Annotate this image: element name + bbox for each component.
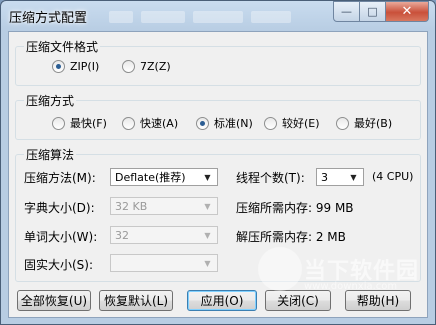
radio-button[interactable]: [122, 60, 135, 73]
titlebar-background-blur: [109, 11, 133, 23]
help-button[interactable]: 帮助(H): [345, 290, 411, 311]
titlebar-background-blur: [193, 11, 243, 23]
radio-button[interactable]: [264, 116, 277, 130]
close-icon: ✕: [401, 4, 413, 19]
radio-button[interactable]: [52, 60, 65, 73]
compress-memory: 压缩所需内存: 99 MB: [236, 201, 354, 215]
compression-method-label: 压缩方法(M):: [24, 171, 96, 185]
titlebar-background-blur: [141, 11, 185, 23]
titlebar-background-blur: [251, 11, 291, 23]
radio-normal-label: 标准(N): [214, 117, 253, 130]
radio-good-label: 较好(E): [282, 117, 320, 130]
format-group: 压缩文件格式 ZIP(I) 7Z(Z): [15, 38, 421, 86]
radio-best-label: 最好(B): [354, 117, 393, 130]
minimize-icon: —: [341, 5, 352, 18]
radio-7z[interactable]: 7Z(Z): [122, 60, 171, 73]
dictionary-size-label: 字典大小(D):: [24, 201, 95, 215]
radio-selected-dot: [200, 120, 205, 126]
algorithm-group: 压缩算法 压缩方法(M): Deflate(推荐) ▼ 线程个数(T): 3 ▼…: [15, 146, 421, 282]
caption-buttons: — □ ✕: [333, 1, 429, 22]
word-size-label: 单词大小(W):: [24, 230, 98, 244]
radio-fastest[interactable]: 最快(F): [52, 115, 107, 131]
algorithm-group-label: 压缩算法: [24, 146, 77, 163]
word-size-value: 32: [115, 228, 129, 242]
chevron-down-icon[interactable]: ▼: [346, 170, 361, 184]
radio-selected-dot: [56, 64, 61, 69]
chevron-down-icon: ▼: [204, 258, 211, 268]
compression-method-value: Deflate(推荐): [115, 171, 186, 184]
threads-label: 线程个数(T):: [236, 171, 305, 185]
radio-button[interactable]: [122, 116, 135, 130]
radio-button[interactable]: [196, 116, 209, 130]
method-group: 压缩方式 最快(F) 快速(A) 标准(N) 较好(E) 最好(B): [15, 92, 421, 140]
chevron-down-icon: ▼: [204, 230, 211, 240]
word-size-select: 32 ▼: [110, 226, 218, 244]
close-button[interactable]: 关闭(C): [265, 290, 331, 311]
close-window-button[interactable]: ✕: [386, 1, 429, 22]
maximize-icon: □: [367, 5, 378, 18]
maximize-button[interactable]: □: [360, 1, 386, 22]
method-group-label: 压缩方式: [24, 92, 77, 109]
radio-7z-label: 7Z(Z): [140, 60, 171, 73]
dictionary-size-value: 32 KB: [115, 199, 148, 213]
radio-zip[interactable]: ZIP(I): [52, 60, 99, 73]
format-group-label: 压缩文件格式: [24, 38, 101, 55]
threads-value: 3: [321, 170, 328, 184]
apply-button[interactable]: 应用(O): [187, 290, 257, 311]
minimize-button[interactable]: —: [333, 1, 360, 22]
compression-method-select[interactable]: Deflate(推荐) ▼: [110, 168, 218, 186]
radio-fast[interactable]: 快速(A): [122, 115, 178, 131]
cpu-count: (4 CPU): [372, 170, 414, 183]
radio-good[interactable]: 较好(E): [264, 115, 320, 131]
dialog-body: 压缩文件格式 ZIP(I) 7Z(Z) 压缩方式 最快(F) 快速(A) 标准(…: [8, 31, 428, 318]
restore-all-button[interactable]: 全部恢复(U): [17, 290, 91, 311]
restore-default-button[interactable]: 恢复默认(L): [99, 290, 173, 311]
radio-button[interactable]: [336, 116, 349, 130]
radio-best[interactable]: 最好(B): [336, 115, 392, 131]
title-bar[interactable]: 压缩方式配置 — □ ✕: [1, 1, 435, 31]
dialog-window: 压缩方式配置 — □ ✕ 压缩文件格式 ZIP(I) 7Z(Z) 压缩方式 最快…: [0, 0, 436, 325]
radio-button[interactable]: [52, 116, 65, 130]
radio-zip-label: ZIP(I): [70, 60, 100, 73]
dictionary-size-select: 32 KB ▼: [110, 197, 218, 215]
chevron-down-icon[interactable]: ▼: [200, 170, 215, 184]
radio-fastest-label: 最快(F): [70, 117, 107, 130]
solid-size-select: ▼: [110, 254, 218, 272]
threads-select[interactable]: 3 ▼: [316, 168, 364, 186]
window-title: 压缩方式配置: [9, 11, 88, 26]
decompress-memory: 解压所需内存: 2 MB: [236, 230, 346, 244]
solid-size-label: 固实大小(S):: [24, 258, 94, 272]
chevron-down-icon: ▼: [204, 201, 211, 211]
radio-normal[interactable]: 标准(N): [196, 115, 253, 131]
radio-fast-label: 快速(A): [140, 117, 179, 130]
